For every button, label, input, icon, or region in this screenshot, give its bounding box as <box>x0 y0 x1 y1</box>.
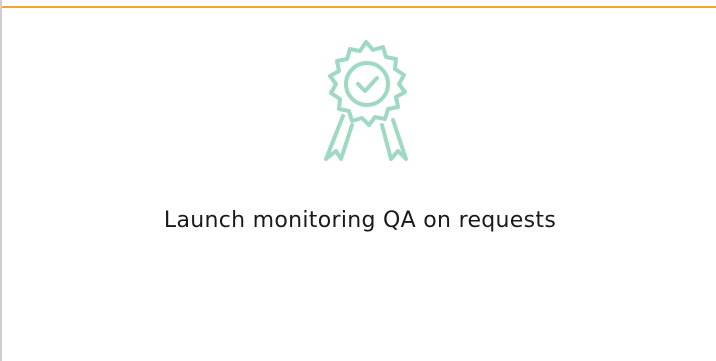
card-title: Launch monitoring QA on requests <box>163 208 557 233</box>
task-card[interactable]: Launch monitoring QA on requests <box>0 0 716 361</box>
top-accent-bar <box>2 0 716 8</box>
award-ribbon-check-icon <box>324 40 408 161</box>
